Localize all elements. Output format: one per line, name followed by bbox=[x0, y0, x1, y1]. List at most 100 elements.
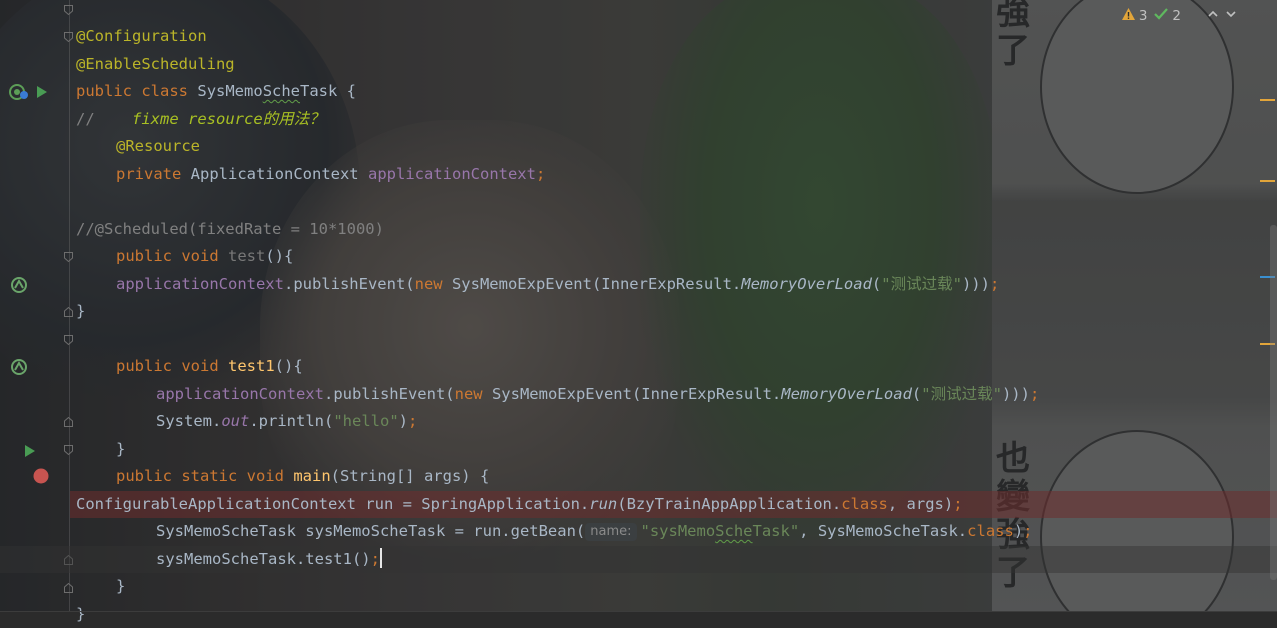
punctuation: (){ bbox=[275, 357, 303, 375]
brace: } bbox=[116, 440, 125, 458]
keyword: public static void bbox=[116, 467, 284, 485]
annotation: @Resource bbox=[116, 137, 200, 155]
fold-marker[interactable] bbox=[64, 445, 73, 455]
spring-event-publisher-icon-2[interactable] bbox=[10, 358, 28, 380]
field-name: applicationContext bbox=[368, 165, 536, 183]
code-line: @EnableScheduling bbox=[76, 51, 1277, 79]
code-editor[interactable]: @Configuration @EnableScheduling public … bbox=[76, 23, 1277, 628]
semicolon: ; bbox=[371, 550, 380, 568]
breakpoint-icon[interactable] bbox=[33, 468, 49, 488]
spring-event-publisher-icon[interactable] bbox=[10, 276, 28, 298]
fold-marker[interactable] bbox=[64, 32, 73, 42]
fold-marker[interactable] bbox=[64, 307, 73, 317]
code-line: //@Scheduled(fixedRate = 10*1000) bbox=[76, 216, 1277, 244]
editor-gutter bbox=[0, 0, 70, 612]
method-name: test bbox=[228, 247, 265, 265]
static-method: MemoryOverLoad bbox=[741, 275, 872, 293]
punctuation: (String[] args) { bbox=[331, 467, 490, 485]
code-line: // fixme resource的用法？ bbox=[76, 106, 1277, 134]
code-line: @Resource bbox=[76, 133, 1277, 161]
code-line: @Configuration bbox=[76, 23, 1277, 51]
previous-highlight-icon[interactable] bbox=[1207, 8, 1219, 24]
warning-stripe-mark[interactable] bbox=[1260, 99, 1275, 101]
semicolon: ; bbox=[408, 412, 417, 430]
spring-bean-icon[interactable] bbox=[8, 83, 30, 105]
code-line: } bbox=[76, 573, 1277, 601]
keyword: class bbox=[141, 82, 188, 100]
field-name: applicationContext bbox=[156, 385, 324, 403]
method-name: test1 bbox=[228, 357, 275, 375]
code-line-current: sysMemoScheTask.test1(); bbox=[0, 546, 1277, 574]
code-line: public class SysMemoScheTask { bbox=[76, 78, 1277, 106]
annotation: @Configuration bbox=[76, 27, 207, 45]
string-literal: Task" bbox=[753, 522, 800, 540]
string-literal: "测试过载" bbox=[881, 275, 962, 293]
string-literal: "sysMemo bbox=[641, 522, 716, 540]
brace: } bbox=[116, 577, 125, 595]
brace: } bbox=[76, 605, 85, 623]
warnings-count[interactable]: 3 bbox=[1121, 7, 1148, 25]
code-text: , args) bbox=[888, 495, 953, 513]
class-name: Task { bbox=[300, 82, 356, 100]
code-text: .println( bbox=[249, 412, 333, 430]
code-text: .publishEvent( bbox=[284, 275, 415, 293]
next-highlight-icon[interactable] bbox=[1225, 8, 1237, 24]
string-literal: "测试过载" bbox=[921, 385, 1002, 403]
code-text: ) bbox=[1014, 522, 1023, 540]
code-text: System. bbox=[156, 412, 221, 430]
keyword: new bbox=[415, 275, 443, 293]
static-method: MemoryOverLoad bbox=[781, 385, 912, 403]
run-main-icon[interactable] bbox=[24, 443, 36, 462]
code-text: (BzyTrainAppApplication. bbox=[617, 495, 841, 513]
fold-marker[interactable] bbox=[64, 335, 73, 345]
code-text: ))) bbox=[1002, 385, 1030, 403]
code-text: SysMemoScheTask sysMemoScheTask = run.ge… bbox=[156, 522, 585, 540]
run-class-icon[interactable] bbox=[36, 84, 48, 103]
check-icon bbox=[1153, 7, 1169, 25]
code-line: } bbox=[76, 601, 1277, 628]
static-method: run bbox=[589, 495, 617, 513]
typo-word: Sche bbox=[715, 522, 752, 540]
punctuation: (){ bbox=[265, 247, 293, 265]
code-line: applicationContext.publishEvent(new SysM… bbox=[76, 381, 1277, 409]
parameter-hint: name: bbox=[585, 523, 636, 541]
code-line: private ApplicationContext applicationCo… bbox=[76, 161, 1277, 189]
keyword: new bbox=[455, 385, 483, 403]
code-text: ))) bbox=[962, 275, 990, 293]
code-line-empty bbox=[76, 326, 1277, 354]
weak-warnings-count[interactable]: 2 bbox=[1153, 7, 1181, 25]
annotation: @EnableScheduling bbox=[76, 55, 235, 73]
string-literal: "hello" bbox=[333, 412, 398, 430]
fold-marker[interactable] bbox=[64, 5, 73, 15]
code-line: } bbox=[76, 436, 1277, 464]
code-text: , SysMemoScheTask. bbox=[799, 522, 967, 540]
warning-stripe-mark[interactable] bbox=[1260, 180, 1275, 182]
fold-marker[interactable] bbox=[64, 417, 73, 427]
keyword: class bbox=[841, 495, 888, 513]
brace: } bbox=[76, 302, 85, 320]
semicolon: ; bbox=[990, 275, 999, 293]
code-text: ( bbox=[912, 385, 921, 403]
method-name: main bbox=[293, 467, 330, 485]
todo-comment: fixme resource的用法？ bbox=[132, 110, 325, 128]
keyword: class bbox=[967, 522, 1014, 540]
text-caret bbox=[380, 548, 382, 568]
code-line-breakpoint: ConfigurableApplicationContext run = Spr… bbox=[70, 491, 1277, 519]
weak-warnings-count-label: 2 bbox=[1172, 8, 1181, 24]
inspection-widget[interactable]: 3 2 bbox=[1121, 4, 1237, 28]
code-text: ConfigurableApplicationContext run = Spr… bbox=[76, 495, 589, 513]
vertical-scrollbar[interactable] bbox=[1270, 225, 1277, 580]
keyword: public void bbox=[116, 357, 219, 375]
fold-marker[interactable] bbox=[64, 252, 73, 262]
type-name: ApplicationContext bbox=[191, 165, 359, 183]
semicolon: ; bbox=[1030, 385, 1039, 403]
fold-marker[interactable] bbox=[64, 583, 73, 593]
field-name: applicationContext bbox=[116, 275, 284, 293]
code-text: ( bbox=[872, 275, 881, 293]
code-line: public static void main(String[] args) { bbox=[76, 463, 1277, 491]
code-line-empty bbox=[76, 188, 1277, 216]
warning-triangle-icon bbox=[1121, 7, 1136, 25]
code-line: public void test(){ bbox=[76, 243, 1277, 271]
code-line: public void test1(){ bbox=[76, 353, 1277, 381]
typo-word: Sche bbox=[263, 82, 300, 100]
